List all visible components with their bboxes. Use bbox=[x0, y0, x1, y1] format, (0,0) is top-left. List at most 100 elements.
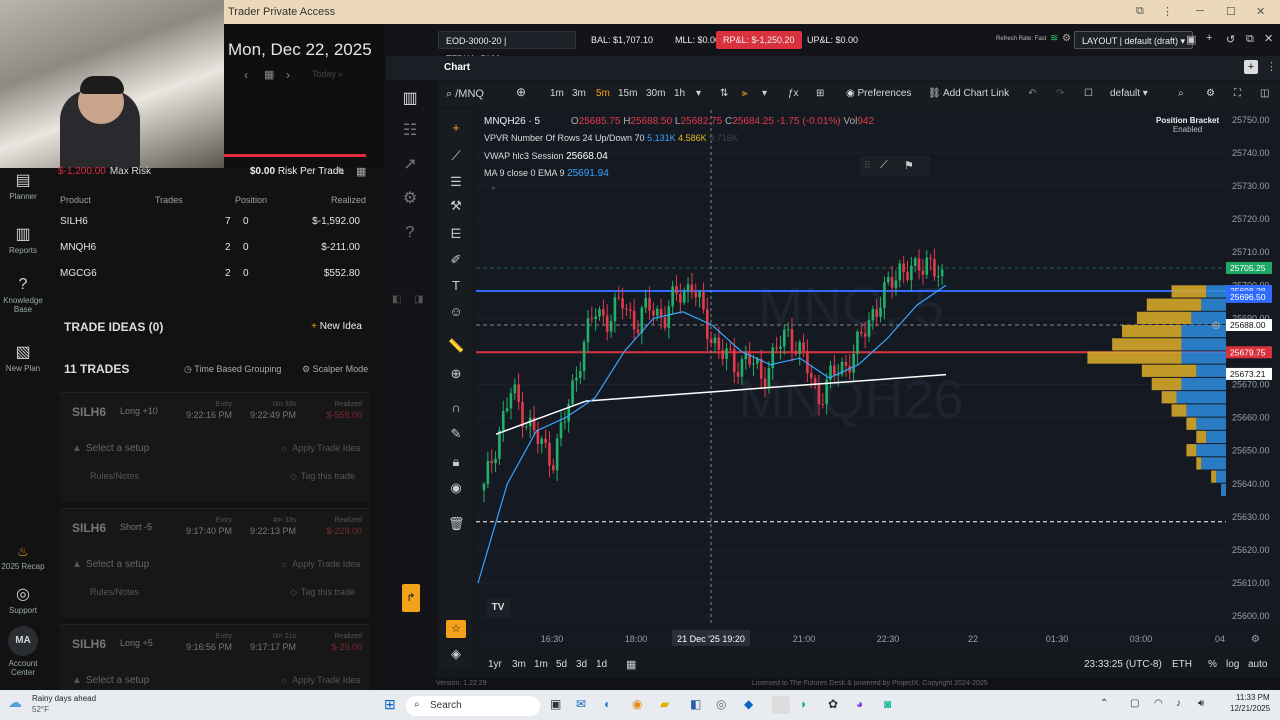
calendar-icon[interactable]: ▦ bbox=[264, 68, 274, 81]
close-button[interactable]: ✕ bbox=[1256, 5, 1265, 18]
preferences-button[interactable]: ◉ Preferences bbox=[846, 88, 911, 99]
popout-icon[interactable]: ⧉ bbox=[1246, 33, 1254, 46]
log-toggle[interactable]: log bbox=[1226, 659, 1239, 670]
help-widget-icon[interactable]: ? bbox=[398, 224, 422, 242]
undo-chart-icon[interactable]: ↶ bbox=[1028, 88, 1036, 99]
new-idea-button[interactable]: + New Idea bbox=[311, 321, 362, 332]
rules-notes[interactable]: Rules/Notes bbox=[90, 471, 139, 481]
range-1m[interactable]: 1m bbox=[534, 659, 548, 670]
horizontal-lines-icon[interactable]: ☰ bbox=[448, 174, 464, 190]
pitchfork-icon[interactable]: ⚒ bbox=[448, 198, 464, 214]
trade-card[interactable]: SILH6 Long +5 Entry 9:16:56 PM 0m 21s 9:17:17… bbox=[60, 624, 370, 690]
redo-chart-icon[interactable]: ↷ bbox=[1056, 88, 1064, 99]
layouts-icon[interactable]: ⊞ bbox=[816, 88, 824, 99]
settings-small-icon[interactable]: ⚙ bbox=[1062, 33, 1071, 44]
add-icon[interactable]: + bbox=[1206, 32, 1212, 44]
save-icon[interactable]: ▣ bbox=[1186, 33, 1196, 46]
layout-select[interactable]: LAYOUT | default (draft) ▾ bbox=[1074, 31, 1194, 49]
interval-1h[interactable]: 1h bbox=[674, 88, 685, 99]
visibility-icon[interactable]: ◉ bbox=[448, 480, 464, 496]
template-checkbox[interactable]: ☐ bbox=[1084, 88, 1093, 99]
calculator-icon[interactable]: ▦ bbox=[356, 165, 366, 178]
add-tab-icon[interactable]: + bbox=[1244, 60, 1258, 74]
magnet-icon[interactable]: ∩ bbox=[448, 400, 464, 415]
active-app-icon[interactable] bbox=[772, 696, 790, 714]
nav-knowledge-base[interactable]: ? Knowledge Base bbox=[0, 276, 46, 314]
nav-reports[interactable]: ▥ Reports bbox=[0, 224, 46, 255]
fib-icon[interactable]: ⋿ bbox=[448, 226, 464, 242]
symbol-search[interactable]: ⌕ /MNQ bbox=[446, 88, 484, 101]
emoji-icon[interactable]: ☺ bbox=[448, 304, 464, 319]
table-row[interactable]: MGCG6 2 0 $552.80 bbox=[60, 260, 366, 286]
tray-chevron-icon[interactable]: ⌃ bbox=[1100, 698, 1108, 709]
interval-menu-icon[interactable]: ▾ bbox=[696, 88, 701, 99]
range-3d[interactable]: 3d bbox=[576, 659, 587, 670]
nav-new-plan[interactable]: ▧ New Plan bbox=[0, 342, 46, 373]
brush-icon[interactable]: ✐ bbox=[448, 252, 464, 268]
percent-toggle[interactable]: % bbox=[1208, 659, 1217, 670]
collapse-right-icon[interactable]: ◨ bbox=[414, 294, 423, 305]
rules-notes[interactable]: Rules/Notes bbox=[90, 587, 139, 597]
position-bracket[interactable]: Position Bracket Enabled bbox=[1156, 116, 1219, 134]
bar-style-icon[interactable]: ⇅ bbox=[720, 88, 728, 99]
settings-widget-icon[interactable]: ⚙ bbox=[398, 188, 422, 208]
time-axis[interactable]: 16:3018:0019:3021:0022:302201:3003:00042… bbox=[476, 628, 1266, 648]
tag-trade[interactable]: ◇ Tag this trade bbox=[290, 471, 355, 482]
nav-account[interactable]: MA Account Center bbox=[0, 626, 46, 677]
analytics-widget-icon[interactable]: ↗ bbox=[398, 154, 422, 174]
interval-1m[interactable]: 1m bbox=[550, 88, 564, 99]
candle-style-icon[interactable]: ⫸ bbox=[742, 88, 748, 99]
interval-5m[interactable]: 5m bbox=[596, 88, 610, 99]
object-tree-icon[interactable]: ◈ bbox=[448, 646, 464, 662]
apply-trade-idea[interactable]: ☼ Apply Trade Idea bbox=[280, 443, 360, 453]
nav-support[interactable]: ◎ Support bbox=[0, 584, 46, 615]
scalper-mode-toggle[interactable]: ⚙ Scalper Mode bbox=[302, 364, 368, 375]
candlestick-chart[interactable]: MNQ, 5 MNQH26 ⊕ bbox=[476, 110, 1226, 626]
mic-icon[interactable]: ♪ bbox=[1176, 698, 1181, 709]
drag-handle-icon[interactable]: ⠿ bbox=[864, 160, 871, 171]
fullscreen-icon[interactable]: ⛶ bbox=[1234, 88, 1241, 99]
text-icon[interactable]: T bbox=[448, 278, 464, 293]
float-flag-icon[interactable]: ⚑ bbox=[904, 159, 914, 172]
task-view-icon[interactable]: ▣ bbox=[550, 697, 561, 711]
template-select[interactable]: default ▾ bbox=[1110, 88, 1148, 99]
undo-icon[interactable]: ↺ bbox=[1226, 33, 1235, 46]
interval-15m[interactable]: 15m bbox=[618, 88, 637, 99]
app-icon[interactable]: ✿ bbox=[828, 697, 838, 711]
windows-start-icon[interactable]: ⊞ bbox=[384, 696, 396, 713]
range-3m[interactable]: 3m bbox=[512, 659, 526, 670]
float-line-icon[interactable]: ⟋ bbox=[880, 159, 888, 172]
range-1yr[interactable]: 1yr bbox=[488, 659, 502, 670]
chart-settings-icon[interactable]: ⚙ bbox=[1206, 88, 1215, 99]
screenshot-icon[interactable]: ◫ bbox=[1260, 88, 1269, 99]
select-setup[interactable]: ▲ Select a setup bbox=[72, 443, 149, 454]
trash-icon[interactable]: 🗑︎ bbox=[448, 516, 465, 532]
add-chart-link-button[interactable]: ⛓ Add Chart Link bbox=[928, 88, 1009, 99]
prev-day-icon[interactable]: ‹ bbox=[244, 68, 248, 82]
table-row[interactable]: SILH6 7 0 $-1,592.00 bbox=[60, 208, 366, 234]
taskbar-search[interactable]: ⌕ Search bbox=[406, 696, 540, 716]
explorer-icon[interactable]: ✉ bbox=[576, 697, 586, 711]
style-menu-icon[interactable]: ▾ bbox=[762, 88, 767, 99]
app-icon[interactable]: ◆ bbox=[744, 697, 753, 711]
more-icon[interactable]: ⋮ bbox=[1162, 5, 1173, 18]
account-select[interactable]: EOD-3000-20 | TFDXA_5129... ▾ bbox=[438, 31, 576, 64]
stay-drawing-icon[interactable]: ✎ bbox=[448, 426, 464, 442]
edge-icon[interactable]: ◐ bbox=[604, 697, 611, 711]
ruler-icon[interactable]: 📏 bbox=[448, 338, 464, 354]
range-1d[interactable]: 1d bbox=[596, 659, 607, 670]
axis-settings-icon[interactable]: ⚙ bbox=[1251, 634, 1260, 645]
translate-icon[interactable]: ⧉ bbox=[1136, 5, 1144, 18]
app-icon[interactable]: ◧ bbox=[690, 697, 701, 711]
weather-text[interactable]: Rainy days ahead bbox=[32, 694, 96, 703]
indicators-icon[interactable]: ƒx bbox=[788, 88, 799, 99]
apply-trade-idea[interactable]: ☼ Apply Trade Idea bbox=[280, 675, 360, 685]
taskbar-time[interactable]: 11:33 PM bbox=[1236, 693, 1270, 702]
tab-menu-icon[interactable]: ⋮ bbox=[1266, 60, 1277, 73]
select-setup[interactable]: ▲ Select a setup bbox=[72, 559, 149, 570]
chart-widget-icon[interactable]: ▥ bbox=[398, 88, 422, 108]
today-button[interactable]: Today bbox=[312, 69, 336, 79]
table-row[interactable]: MNQH6 2 0 $-211.00 bbox=[60, 234, 366, 260]
date-range-icon[interactable]: ▦ bbox=[626, 658, 636, 671]
taskbar-date[interactable]: 12/21/2025 bbox=[1230, 704, 1270, 713]
